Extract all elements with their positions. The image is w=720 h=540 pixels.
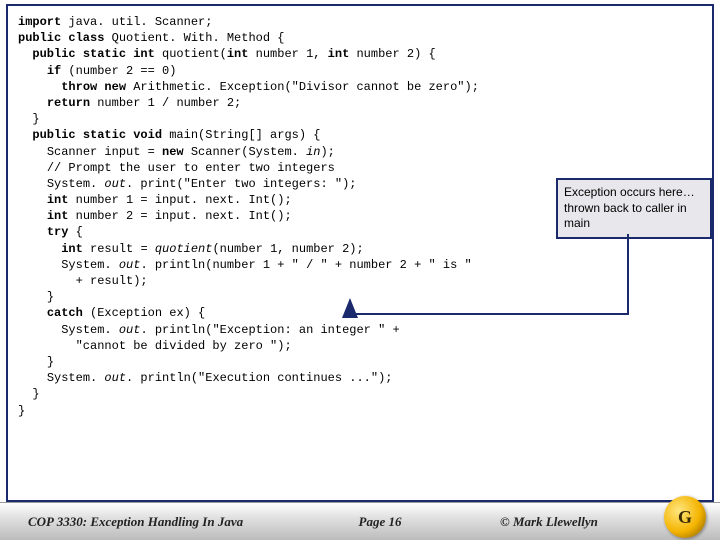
slide-footer: COP 3330: Exception Handling In Java Pag… <box>0 502 720 540</box>
logo-letter: G <box>678 507 692 528</box>
annotation-text: Exception occurs here… thrown back to ca… <box>564 185 695 230</box>
footer-page: Page 16 <box>300 514 460 530</box>
code-frame: import java. util. Scanner;public class … <box>6 4 714 502</box>
footer-course: COP 3330: Exception Handling In Java <box>0 514 300 530</box>
annotation-callout: Exception occurs here… thrown back to ca… <box>556 178 712 239</box>
ucf-logo: G <box>664 496 706 538</box>
